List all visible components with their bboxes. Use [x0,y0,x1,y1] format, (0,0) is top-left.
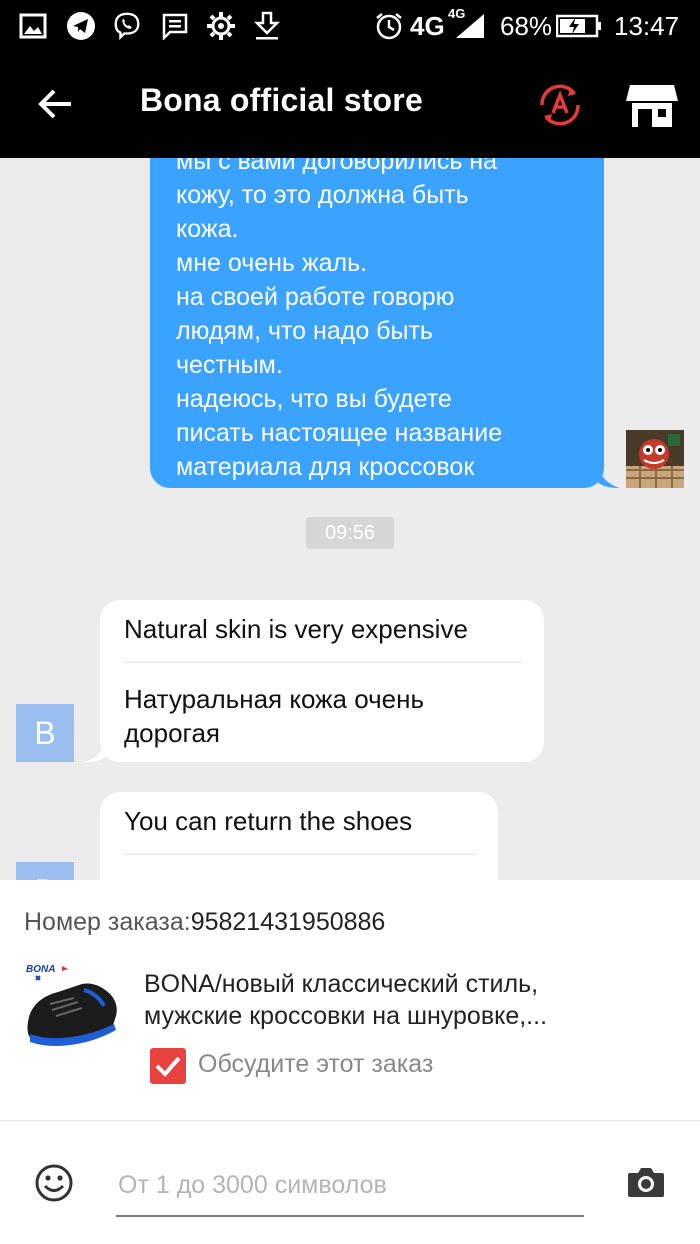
battery-icon [556,11,602,41]
incoming-message: Natural skin is very expensive Натуральн… [100,600,544,762]
bubble-tail [596,458,620,488]
emoji-icon [35,1164,73,1202]
viber-icon [112,11,142,41]
chat-area[interactable]: мы с вами договорились на кожу, то это д… [0,158,700,882]
telegram-icon [66,11,96,41]
message-line: материала для кроссовок [176,453,475,481]
incoming-message: You can return the shoes [100,792,498,882]
brand-logo: BONA [26,964,55,975]
battery-percent: 68% [500,11,553,41]
page-title: Bona official store [140,82,423,118]
message-composer [0,1120,700,1244]
message-icon [160,11,190,41]
message-line: кожа. [176,215,239,243]
message-line: надеюсь, что вы будете [176,385,452,413]
emoji-button[interactable] [34,1163,74,1203]
gallery-icon [18,11,48,41]
message-original: Natural skin is very expensive [124,614,468,644]
settings-icon [206,11,236,41]
message-timestamp: 09:56 [306,517,394,549]
message-translation: дорогая [124,718,221,748]
product-title-line: мужские кроссовки на шнуровке,... [144,1002,548,1030]
message-line: мы с вами договорились на [176,158,498,175]
alarm-icon [374,11,404,41]
network-type: 4G [410,11,445,41]
app-bar: Bona official store [0,52,700,158]
clock: 13:47 [614,11,680,41]
discuss-order-label[interactable]: Обсудите этот заказ [198,1050,433,1079]
back-button[interactable] [30,79,80,129]
translation-divider [124,662,522,663]
status-bar: 4G 4G 68% 13:47 [0,0,700,52]
product-thumbnail[interactable]: BONA [22,962,122,1052]
signal-icon [454,12,486,40]
message-original: You can return the shoes [124,806,413,836]
message-line: на своей работе говорю [176,283,455,311]
camera-icon [628,1168,664,1197]
discuss-order-checkbox[interactable] [150,1048,186,1084]
bubble-tail [84,732,108,762]
message-line: честным. [176,351,283,379]
auto-translate-icon [540,84,580,126]
arrow-left-icon [38,89,71,119]
order-number-value: 95821431950886 [190,908,386,936]
store-button[interactable] [624,79,680,131]
message-line: мне очень жаль. [176,249,368,277]
user-avatar[interactable] [626,430,684,488]
order-panel: Номер заказа:95821431950886 BONA BONA/но… [0,880,700,1120]
auto-translate-button[interactable] [534,79,586,131]
store-icon [626,85,678,127]
order-number: Номер заказа:95821431950886 [24,908,385,937]
translation-divider [124,854,476,855]
product-title-line: BONA/новый классический стиль, [144,970,539,998]
checkmark-icon [155,1056,181,1077]
download-icon [252,11,282,41]
outgoing-message: мы с вами договорились на кожу, то это д… [150,158,604,488]
message-line: писать настоящее название [176,419,503,447]
message-translation: Натуральная кожа очень [124,684,425,714]
camera-button[interactable] [626,1165,666,1199]
product-title[interactable]: BONA/новый классический стиль, мужские к… [144,968,674,1032]
message-input[interactable] [116,1161,584,1217]
order-number-label: Номер заказа: [24,908,191,936]
message-line: кожу, то это должна быть [176,181,469,209]
seller-avatar[interactable]: B [16,862,74,882]
seller-avatar[interactable]: B [16,704,74,762]
message-line: людям, что надо быть [176,317,433,345]
